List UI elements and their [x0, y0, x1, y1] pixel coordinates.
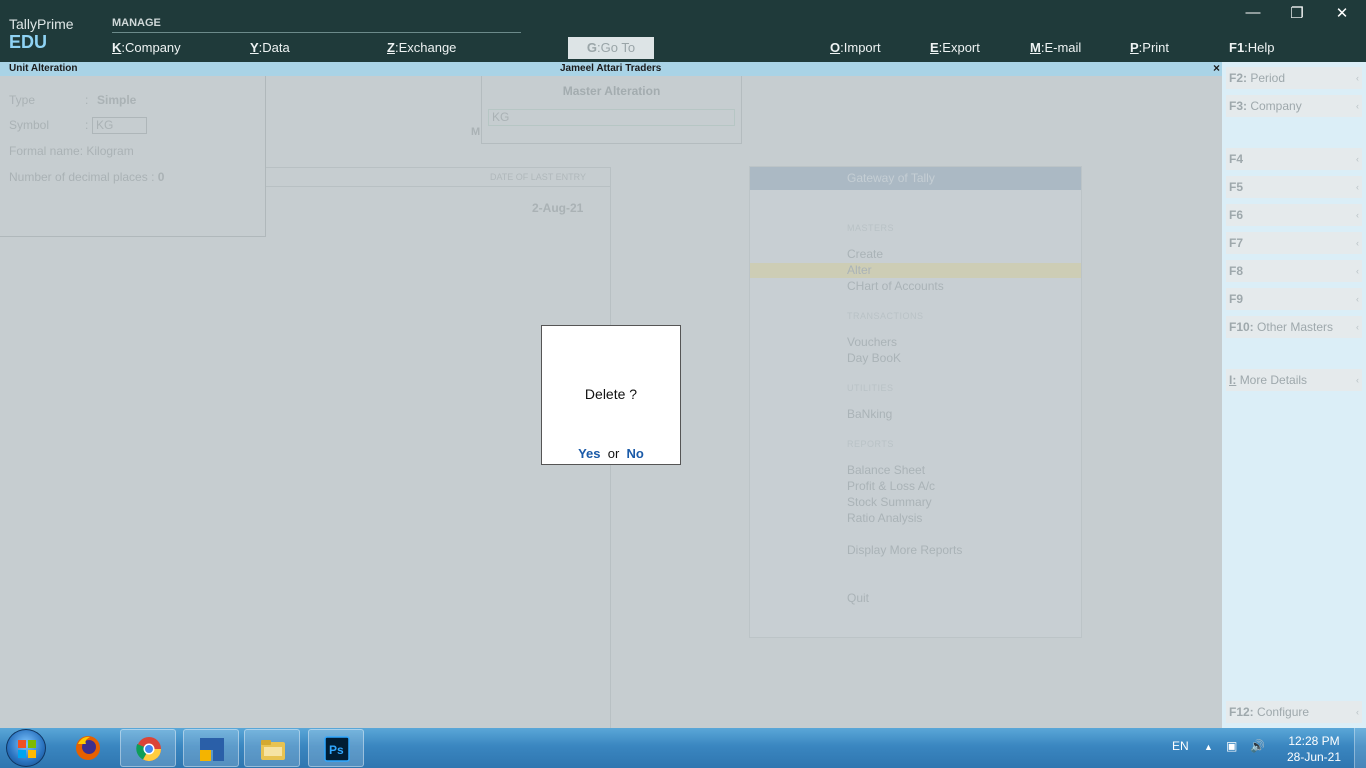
folder-icon — [261, 740, 285, 760]
no-button[interactable]: No — [627, 446, 644, 461]
gateway-chart-of-accounts[interactable]: CHart of Accounts — [847, 279, 944, 293]
f6-button[interactable]: F6 ‹ — [1226, 204, 1362, 226]
symbol-label: Symbol — [9, 118, 50, 132]
taskbar-chrome[interactable] — [120, 729, 176, 767]
svg-text:Ps: Ps — [329, 743, 344, 757]
delete-question: Delete ? — [584, 386, 638, 402]
last-entry-date: 2-Aug-21 — [532, 201, 584, 215]
f12-configure-button[interactable]: F12: Configure ‹ — [1226, 701, 1362, 723]
f5-button[interactable]: F5 ‹ — [1226, 176, 1362, 198]
gateway-stock-summary[interactable]: Stock Summary — [847, 495, 932, 509]
f9-button[interactable]: F9 ‹ — [1226, 288, 1362, 310]
formal-name-field: Formal name: Kilogram — [9, 144, 134, 158]
screen-title-bar: Unit Alteration Jameel Attari Traders × — [0, 61, 1222, 76]
gateway-alter[interactable]: Alter — [847, 263, 872, 277]
gateway-quit[interactable]: Quit — [847, 591, 869, 605]
gateway-banking[interactable]: BaNking — [847, 407, 892, 421]
start-button[interactable] — [6, 729, 46, 767]
type-field: Type: Simple — [9, 93, 137, 107]
windows-logo-icon — [18, 740, 36, 758]
company-title: Jameel Attari Traders — [560, 63, 662, 74]
gateway-balance-sheet[interactable]: Balance Sheet — [847, 463, 925, 477]
close-window-icon[interactable]: ✕ — [1332, 4, 1352, 22]
section-masters: MASTERS — [847, 223, 895, 233]
master-alteration-title: Master Alteration — [562, 84, 661, 98]
taskbar-tally[interactable] — [183, 729, 239, 767]
f2-period-button[interactable]: F2: Period ‹ — [1226, 67, 1362, 89]
restore-icon[interactable]: ❐ — [1287, 4, 1307, 22]
gateway-panel: Gateway of Tally MASTERS Create Alter CH… — [749, 166, 1082, 638]
symbol-sep: : — [85, 118, 89, 132]
gateway-profit-loss[interactable]: Profit & Loss A/c — [847, 479, 935, 493]
network-icon[interactable]: ▣ — [1226, 739, 1237, 753]
menu-data[interactable]: Y:Data — [250, 40, 290, 55]
firefox-icon — [76, 736, 100, 760]
manage-divider — [112, 32, 521, 33]
system-clock[interactable]: 12:28 PM 28-Jun-21 — [1280, 733, 1348, 765]
photoshop-icon: Ps — [324, 736, 350, 762]
delete-confirm-dialog: Delete ? Yes or No — [541, 325, 681, 465]
app-name: TallyPrime — [9, 16, 74, 32]
clock-time: 12:28 PM — [1288, 734, 1340, 748]
goto-button[interactable]: G:Go To — [568, 37, 654, 59]
section-utilities: UTILITIES — [847, 383, 894, 393]
taskbar-firefox[interactable] — [60, 729, 116, 767]
f3-company-button[interactable]: F3: Company ‹ — [1226, 95, 1362, 117]
clock-date: 28-Jun-21 — [1286, 750, 1342, 764]
show-desktop-button[interactable] — [1354, 728, 1366, 768]
app-header: TallyPrime EDU MANAGE K:Company Y:Data Z… — [0, 0, 1366, 62]
dialog-options: Yes or No — [542, 446, 680, 461]
app-brand: TallyPrime EDU — [9, 16, 74, 53]
gateway-title: Gateway of Tally — [750, 167, 1081, 190]
menu-exchange[interactable]: Z:Exchange — [387, 40, 456, 55]
gateway-selection-highlight — [750, 263, 1081, 278]
gateway-display-more-reports[interactable]: Display More Reports — [847, 543, 962, 557]
master-alteration-panel: Master Alteration KG — [481, 76, 742, 144]
language-indicator[interactable]: EN — [1172, 739, 1189, 753]
volume-icon[interactable]: 🔊 — [1250, 739, 1265, 753]
section-reports: REPORTS — [847, 439, 894, 449]
tally-app-icon — [200, 738, 224, 761]
menu-help[interactable]: F1:Help — [1229, 40, 1275, 55]
decimal-places-field: Number of decimal places : 0 — [9, 170, 165, 184]
symbol-input[interactable]: KG — [92, 117, 147, 134]
gateway-day-book[interactable]: Day BooK — [847, 351, 901, 365]
windows-taskbar: Ps EN ▲ ▣ 🔊 12:28 PM 28-Jun-21 — [0, 728, 1366, 768]
menu-email[interactable]: M:E-mail — [1030, 40, 1081, 55]
menu-company[interactable]: K:Company — [112, 40, 181, 55]
yes-button[interactable]: Yes — [578, 446, 600, 461]
gateway-vouchers[interactable]: Vouchers — [847, 335, 897, 349]
chrome-icon — [136, 737, 161, 762]
menu-export[interactable]: E:Export — [930, 40, 980, 55]
taskbar-explorer[interactable] — [244, 729, 300, 767]
menu-import[interactable]: O:Import — [830, 40, 881, 55]
tray-expand-icon[interactable]: ▲ — [1204, 742, 1213, 752]
minimize-icon[interactable]: — — [1243, 4, 1263, 21]
unit-alteration-panel: Type: Simple Symbol : KG Formal name: Kil… — [0, 76, 266, 237]
taskbar-photoshop[interactable]: Ps — [308, 729, 364, 767]
list-header: DATE OF LAST ENTRY — [266, 167, 611, 187]
master-side-label: M — [471, 126, 481, 138]
function-key-bar: F2: Period ‹ F3: Company ‹ F4 ‹ F5 ‹ F6 ‹ F7 ‹… — [1222, 62, 1366, 728]
gateway-ratio-analysis[interactable]: Ratio Analysis — [847, 511, 922, 525]
section-transactions: TRANSACTIONS — [847, 311, 924, 321]
close-screen-icon[interactable]: × — [1213, 61, 1220, 75]
manage-section-label: MANAGE — [112, 17, 161, 29]
f8-button[interactable]: F8 ‹ — [1226, 260, 1362, 282]
more-details-button[interactable]: I: More Details ‹ — [1226, 369, 1362, 391]
or-label: or — [607, 446, 620, 461]
f10-other-masters-button[interactable]: F10: Other Masters ‹ — [1226, 316, 1362, 338]
f7-button[interactable]: F7 ‹ — [1226, 232, 1362, 254]
app-edition: EDU — [9, 32, 48, 52]
screen-title: Unit Alteration — [9, 63, 78, 74]
master-name-input[interactable]: KG — [488, 109, 735, 126]
menu-print[interactable]: P:Print — [1130, 40, 1169, 55]
date-last-entry-header: DATE OF LAST ENTRY — [489, 172, 586, 182]
f4-button[interactable]: F4 ‹ — [1226, 148, 1362, 170]
gateway-create[interactable]: Create — [847, 247, 883, 261]
